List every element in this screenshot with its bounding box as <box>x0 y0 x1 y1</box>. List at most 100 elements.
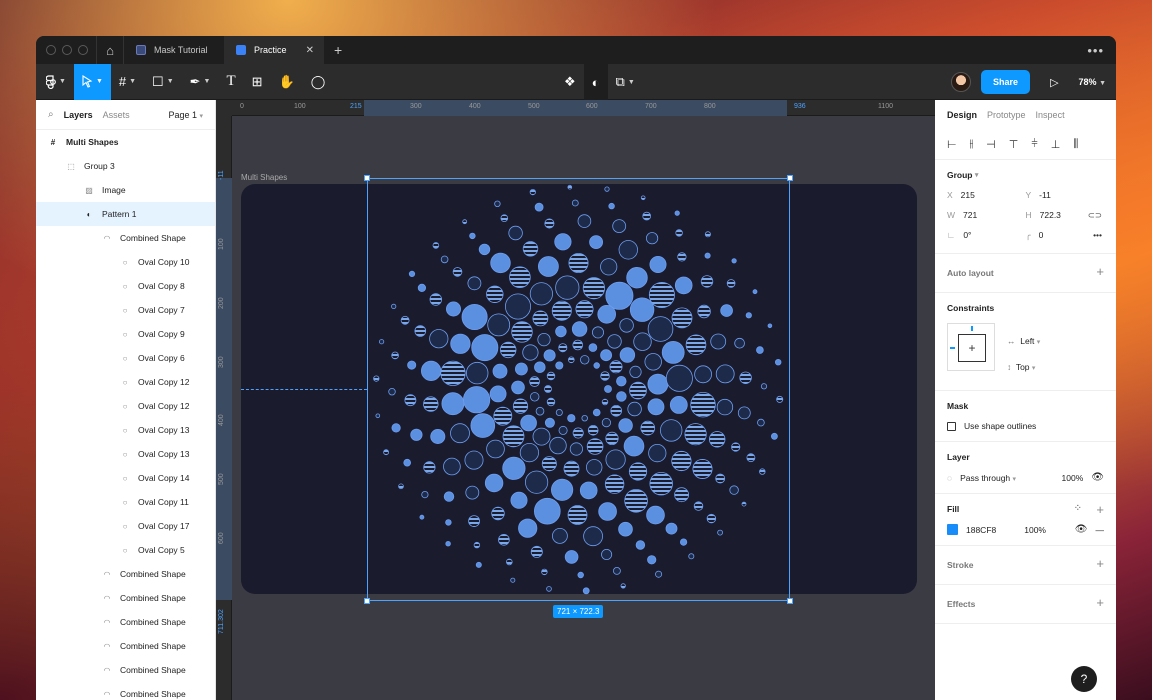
chevron-down-icon[interactable]: ▾ <box>975 171 979 179</box>
main-menu-button[interactable]: ▼ <box>36 64 74 100</box>
fill-swatch[interactable] <box>947 524 958 535</box>
avatar[interactable] <box>951 72 972 92</box>
layer-row[interactable]: ○ Oval Copy 17 <box>36 514 215 538</box>
x-field[interactable]: X 215 <box>947 190 1026 200</box>
layer-row[interactable]: ◠ Combined Shape <box>36 658 215 682</box>
layer-row[interactable]: ○ Oval Copy 12 <box>36 394 215 418</box>
move-tool[interactable]: ▼ <box>73 63 111 100</box>
selection-box[interactable] <box>364 175 793 604</box>
h-field[interactable]: H 722.3 ⊂⊃ <box>1026 210 1105 220</box>
tab-inspect[interactable]: Inspect <box>1036 110 1065 120</box>
layer-row[interactable]: ○ Oval Copy 9 <box>36 322 215 346</box>
minimize-window-button[interactable] <box>62 45 72 55</box>
layer-row[interactable]: ○ Oval Copy 10 <box>36 250 215 274</box>
add-fill-icon[interactable]: + <box>1096 502 1104 517</box>
text-tool[interactable]: T <box>218 64 243 100</box>
tab-assets[interactable]: Assets <box>103 110 130 120</box>
radius-field[interactable]: ╭ 0 ••• <box>1026 230 1105 241</box>
remove-fill-icon[interactable]: — <box>1096 525 1105 535</box>
close-window-button[interactable] <box>46 45 56 55</box>
tab-mask-tutorial[interactable]: Mask Tutorial <box>124 36 224 64</box>
layer-row[interactable]: ○ Oval Copy 14 <box>36 466 215 490</box>
blend-mode-dropdown[interactable]: Pass through ▾ <box>960 473 1016 483</box>
align-bottom-icon[interactable]: ⊥ <box>1051 138 1061 151</box>
tab-design[interactable]: Design <box>947 110 977 120</box>
resize-handle-bottom-left[interactable] <box>364 598 370 604</box>
styles-icon[interactable]: ⁘ <box>1074 503 1082 514</box>
resize-handle-top-right[interactable] <box>787 175 793 181</box>
layer-row[interactable]: ○ Oval Copy 5 <box>36 538 215 562</box>
tab-prototype[interactable]: Prototype <box>987 110 1026 120</box>
boolean-button[interactable]: ⧉ ▼ <box>608 64 643 100</box>
home-icon[interactable]: ⌂ <box>96 36 124 64</box>
layer-row[interactable]: ○ Oval Copy 13 <box>36 442 215 466</box>
use-as-mask-button[interactable]: ◐ <box>583 64 608 100</box>
constraint-widget[interactable]: + <box>947 323 995 371</box>
rotation-field[interactable]: ∟ 0° <box>947 230 1026 241</box>
fill-hex[interactable]: 188CF8 <box>966 525 996 535</box>
more-options-icon[interactable]: ••• <box>1087 43 1104 58</box>
add-effect-icon[interactable]: + <box>1096 595 1104 610</box>
eye-icon[interactable]: 👁 <box>1075 524 1088 535</box>
layer-row[interactable]: ◠ Combined Shape <box>36 634 215 658</box>
layer-row[interactable]: ⬚ Group 3 <box>36 154 215 178</box>
layer-row[interactable]: # Multi Shapes <box>36 130 215 154</box>
layer-row[interactable]: ○ Oval Copy 6 <box>36 346 215 370</box>
layer-row[interactable]: ○ Oval Copy 8 <box>36 274 215 298</box>
layer-row[interactable]: ○ Oval Copy 7 <box>36 298 215 322</box>
layer-row[interactable]: ○ Oval Copy 11 <box>36 490 215 514</box>
resize-handle-bottom-right[interactable] <box>787 598 793 604</box>
frame-tool[interactable]: # ▼ <box>111 64 144 100</box>
y-field[interactable]: Y -11 <box>1026 190 1105 200</box>
eye-icon[interactable]: 👁 <box>1091 472 1104 483</box>
search-icon[interactable]: ⌕ <box>48 109 54 120</box>
tab-layers[interactable]: Layers <box>64 110 93 120</box>
align-center-h-icon[interactable]: ⫲ <box>970 138 974 151</box>
fill-opacity[interactable]: 100% <box>1024 525 1046 535</box>
align-right-icon[interactable]: ⊣ <box>986 138 996 151</box>
layer-row[interactable]: ▨ Image <box>36 178 215 202</box>
create-component-button[interactable]: ❖ <box>556 64 584 100</box>
help-button[interactable]: ? <box>1071 666 1097 692</box>
add-auto-layout-icon[interactable]: + <box>1096 264 1104 279</box>
distribute-icon[interactable]: ⫼ <box>1073 138 1078 151</box>
pen-tool[interactable]: ✒ ▼ <box>182 64 219 100</box>
layer-row[interactable]: ◠ Combined Shape <box>36 226 215 250</box>
close-icon[interactable]: ✕ <box>306 45 314 56</box>
share-button[interactable]: Share <box>981 70 1031 94</box>
align-middle-v-icon[interactable]: ⫩ <box>1031 138 1037 151</box>
comment-tool[interactable]: ◯ <box>303 64 334 100</box>
hand-tool[interactable]: ✋ <box>271 64 303 100</box>
new-tab-icon[interactable]: + <box>324 42 352 58</box>
more-options-icon[interactable]: ••• <box>1093 230 1102 240</box>
layer-row[interactable]: ◠ Combined Shape <box>36 586 215 610</box>
layer-row[interactable]: ◐ Pattern 1 <box>36 202 215 226</box>
vertical-constraint-dropdown[interactable]: ↕ Top ▾ <box>1007 355 1040 381</box>
maximize-window-button[interactable] <box>78 45 88 55</box>
align-top-icon[interactable]: ⊤ <box>1009 138 1019 151</box>
zoom-dropdown[interactable]: 78% ▼ <box>1079 77 1106 87</box>
add-stroke-icon[interactable]: + <box>1096 556 1104 571</box>
resources-tool[interactable]: ⊞ <box>244 64 271 100</box>
horizontal-constraint-dropdown[interactable]: ↔ Left ▾ <box>1007 329 1040 355</box>
shape-tool[interactable]: ☐ ▼ <box>144 64 182 100</box>
constraint-top-indicator[interactable] <box>971 326 973 331</box>
layer-opacity[interactable]: 100% <box>1062 473 1084 483</box>
tab-practice[interactable]: Practice ✕ <box>224 36 324 64</box>
constraint-left-indicator[interactable] <box>950 347 955 349</box>
shape-outlines-checkbox[interactable] <box>947 421 956 431</box>
page-dropdown[interactable]: Page 1 ▾ <box>168 110 203 120</box>
constrain-proportions-icon[interactable]: ⊂⊃ <box>1088 210 1102 221</box>
align-left-icon[interactable]: ⊢ <box>947 138 957 151</box>
w-field[interactable]: W 721 <box>947 210 1026 220</box>
layer-row[interactable]: ◠ Combined Shape <box>36 682 215 700</box>
mask-option[interactable]: Use shape outlines <box>947 421 1104 431</box>
layer-row[interactable]: ○ Oval Copy 13 <box>36 418 215 442</box>
layer-row[interactable]: ○ Oval Copy 12 <box>36 370 215 394</box>
canvas[interactable]: Multi Shapes 721 × 722.3 <box>232 116 935 700</box>
layer-row[interactable]: ◠ Combined Shape <box>36 610 215 634</box>
resize-handle-top-left[interactable] <box>364 175 370 181</box>
present-icon[interactable]: ▷ <box>1040 76 1068 89</box>
layer-row[interactable]: ◠ Combined Shape <box>36 562 215 586</box>
frame-label[interactable]: Multi Shapes <box>241 173 287 182</box>
